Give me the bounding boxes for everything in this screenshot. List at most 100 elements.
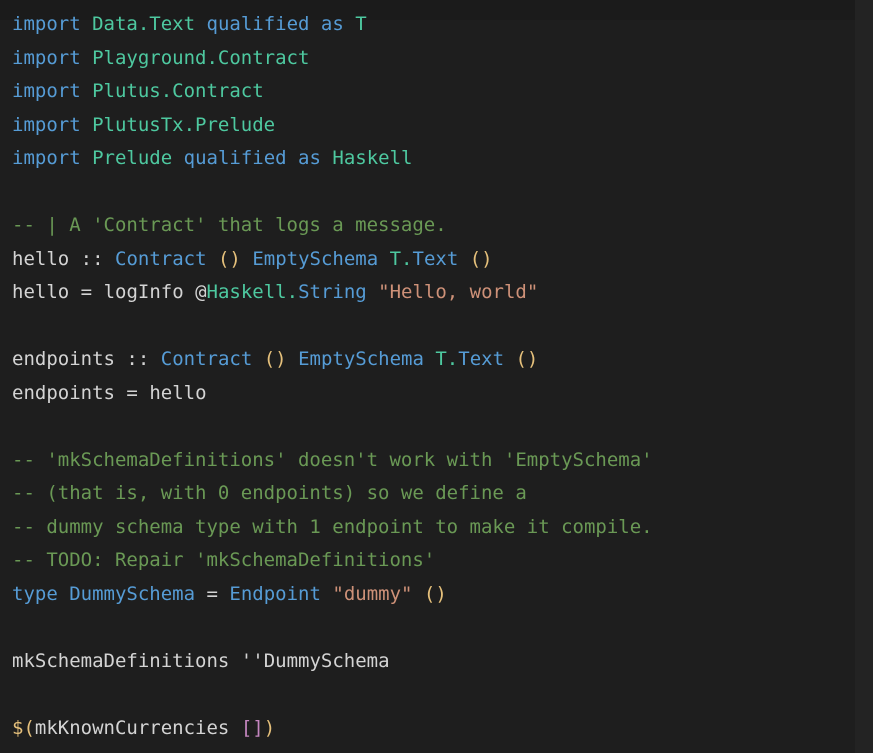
code-token-keyword: as bbox=[298, 147, 321, 169]
code-token-bracket: [] bbox=[240, 716, 264, 739]
code-token-module: Prelude bbox=[92, 147, 173, 169]
code-token-comment: -- 'mkSchemaDefinitions' doesn't work wi… bbox=[12, 448, 653, 471]
code-token-module: Haskell bbox=[332, 147, 413, 169]
code-token-keyword: import bbox=[12, 147, 81, 169]
code-line[interactable] bbox=[12, 176, 855, 210]
code-token-type: Contract bbox=[115, 247, 207, 270]
code-token-keyword: type bbox=[12, 582, 58, 605]
code-token-unit: () bbox=[423, 582, 447, 605]
code-line[interactable] bbox=[12, 410, 855, 444]
code-token-plain: logInfo bbox=[103, 281, 184, 303]
code-line[interactable]: endpoints = hello bbox=[12, 377, 855, 411]
code-token-keyword: import bbox=[12, 46, 81, 69]
code-line[interactable]: import Prelude qualified as Haskell bbox=[12, 142, 855, 176]
code-token-operator: @ bbox=[195, 281, 207, 303]
code-token-keyword: qualified bbox=[206, 13, 310, 35]
code-line[interactable]: mkSchemaDefinitions ''DummySchema bbox=[12, 645, 855, 679]
code-line[interactable] bbox=[12, 611, 855, 645]
code-token-module: Plutus.Contract bbox=[92, 80, 264, 102]
code-token-operator: = bbox=[126, 381, 138, 404]
code-token-keyword: qualified bbox=[183, 147, 287, 169]
code-token-comment: -- (that is, with 0 endpoints) so we def… bbox=[12, 482, 527, 504]
code-line[interactable]: -- (that is, with 0 endpoints) so we def… bbox=[12, 477, 855, 511]
code-line[interactable]: hello = logInfo @Haskell.String "Hello, … bbox=[12, 276, 855, 310]
code-line[interactable]: $(mkKnownCurrencies []) bbox=[12, 712, 855, 746]
code-token-module: Haskell. bbox=[206, 281, 299, 303]
code-line[interactable]: endpoints :: Contract () EmptySchema T.T… bbox=[12, 343, 855, 377]
code-line[interactable]: -- TODO: Repair 'mkSchemaDefinitions' bbox=[12, 544, 855, 578]
code-token-comment: -- dummy schema type with 1 endpoint to … bbox=[12, 515, 653, 538]
code-line[interactable]: import Data.Text qualified as T bbox=[12, 8, 855, 42]
code-token-plain: hello bbox=[12, 281, 70, 303]
code-token-type: EmptySchema bbox=[252, 247, 379, 270]
code-token-module: Playground.Contract bbox=[92, 46, 310, 69]
code-token-type: DummySchema bbox=[69, 582, 196, 605]
code-token-type: Text bbox=[412, 247, 459, 270]
code-token-comment: -- | A 'Contract' that logs a message. bbox=[12, 214, 447, 236]
code-token-plain: hello bbox=[12, 247, 70, 270]
code-line[interactable]: -- | A 'Contract' that logs a message. bbox=[12, 209, 855, 243]
code-token-unit: () bbox=[263, 348, 287, 370]
code-line[interactable]: -- dummy schema type with 1 endpoint to … bbox=[12, 511, 855, 545]
code-line[interactable] bbox=[12, 678, 855, 712]
code-token-operator: = bbox=[206, 582, 218, 605]
code-editor[interactable]: import Data.Text qualified as Timport Pl… bbox=[0, 0, 873, 753]
code-token-unit: () bbox=[217, 247, 241, 270]
code-line[interactable]: import PlutusTx.Prelude bbox=[12, 109, 855, 143]
code-token-unit: () bbox=[469, 247, 493, 270]
code-token-keyword: import bbox=[12, 80, 81, 102]
code-token-operator: = bbox=[80, 281, 93, 303]
code-line[interactable]: hello :: Contract () EmptySchema T.Text … bbox=[12, 243, 855, 277]
code-token-module: T. bbox=[389, 247, 413, 270]
code-line[interactable]: type DummySchema = Endpoint "dummy" () bbox=[12, 578, 855, 612]
code-line[interactable] bbox=[12, 310, 855, 344]
code-token-keyword: as bbox=[320, 13, 344, 35]
code-token-plain: mkKnownCurrencies bbox=[34, 716, 230, 739]
code-token-splice: $( bbox=[12, 716, 35, 739]
code-token-plain: endpoints bbox=[12, 381, 115, 404]
code-line[interactable]: import Plutus.Contract bbox=[12, 75, 855, 109]
code-token-type: Text bbox=[458, 348, 505, 370]
code-token-plain: DummySchema bbox=[263, 649, 390, 672]
code-line[interactable]: import Playground.Contract bbox=[12, 42, 855, 76]
code-token-module: T bbox=[355, 13, 367, 35]
code-token-type: Endpoint bbox=[229, 582, 321, 605]
editor-right-gutter-strip[interactable] bbox=[855, 0, 873, 753]
code-token-module: T. bbox=[435, 348, 459, 370]
code-token-unit: () bbox=[515, 348, 539, 370]
code-token-plain: hello bbox=[149, 381, 207, 404]
code-token-splice: ) bbox=[263, 716, 276, 739]
code-text-surface[interactable]: import Data.Text qualified as Timport Pl… bbox=[0, 0, 855, 753]
code-token-plain: '' bbox=[240, 649, 264, 672]
code-token-operator: :: bbox=[80, 247, 104, 270]
code-line[interactable]: -- 'mkSchemaDefinitions' doesn't work wi… bbox=[12, 444, 855, 478]
